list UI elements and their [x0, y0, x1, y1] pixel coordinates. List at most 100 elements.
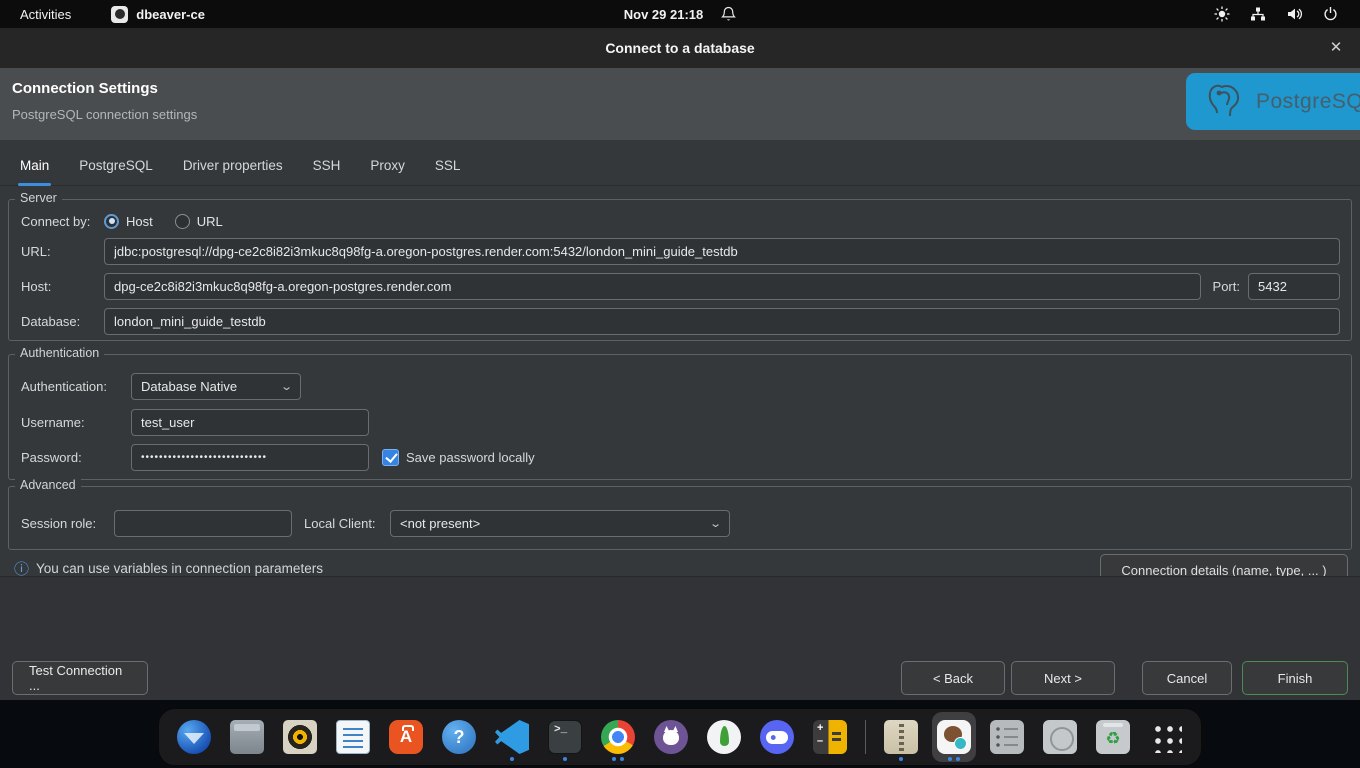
chevron-down-icon: ⌄ — [709, 517, 722, 530]
cancel-button[interactable]: Cancel — [1142, 661, 1232, 695]
github-icon — [654, 720, 688, 754]
dock-disks-icon[interactable] — [1038, 712, 1082, 762]
test-connection-button[interactable]: Test Connection ... — [12, 661, 148, 695]
variables-hint-text: You can use variables in connection para… — [36, 561, 323, 576]
files-icon — [230, 720, 264, 754]
chrome-icon — [601, 720, 635, 754]
notification-bell-icon — [721, 6, 736, 22]
save-password-checkbox[interactable] — [382, 449, 399, 466]
running-indicator — [879, 757, 923, 761]
radio-host[interactable] — [104, 214, 119, 229]
database-label: Database: — [21, 314, 104, 329]
dock-vscode-icon[interactable] — [490, 712, 534, 762]
page-subtitle: PostgreSQL connection settings — [12, 107, 197, 122]
save-password-label[interactable]: Save password locally — [406, 450, 535, 465]
activities-button[interactable]: Activities — [20, 7, 71, 22]
url-input[interactable] — [104, 238, 1340, 265]
dock-help-icon[interactable] — [437, 712, 481, 762]
dock-appgrid-icon[interactable] — [1144, 712, 1188, 762]
system-status-area[interactable] — [1214, 6, 1338, 22]
dock-thunderbird-icon[interactable] — [172, 712, 216, 762]
dbeaver-icon — [937, 720, 971, 754]
running-indicator — [490, 757, 534, 761]
tab-ssh[interactable]: SSH — [313, 146, 341, 186]
authentication-label: Authentication: — [21, 379, 131, 394]
dock-mongodb-icon[interactable] — [702, 712, 746, 762]
dock-files-icon[interactable] — [225, 712, 269, 762]
dock-github-icon[interactable] — [649, 712, 693, 762]
focused-app-name: dbeaver-ce — [136, 7, 205, 22]
tab-main[interactable]: Main — [20, 146, 49, 186]
network-icon — [1250, 6, 1266, 22]
tab-driver-properties[interactable]: Driver properties — [183, 146, 283, 186]
archive-icon — [884, 720, 918, 754]
dock-archive-icon[interactable] — [879, 712, 923, 762]
back-button[interactable]: < Back — [901, 661, 1005, 695]
finish-button[interactable]: Finish — [1242, 661, 1348, 695]
radio-host-label[interactable]: Host — [126, 214, 153, 229]
radio-url-label[interactable]: URL — [197, 214, 223, 229]
trash-icon — [1096, 720, 1130, 754]
help-icon — [442, 720, 476, 754]
tab-postgresql[interactable]: PostgreSQL — [79, 146, 153, 186]
session-role-input[interactable] — [114, 510, 292, 537]
dock-writer-icon[interactable] — [331, 712, 375, 762]
terminal-icon — [548, 720, 582, 754]
dbeaver-app-icon — [111, 6, 128, 23]
next-button[interactable]: Next > — [1011, 661, 1115, 695]
local-client-dropdown[interactable]: <not present> ⌄ — [390, 510, 730, 537]
top-bar: Activities dbeaver-ce Nov 29 21:18 — [0, 0, 1360, 28]
chevron-down-icon: ⌄ — [280, 380, 293, 393]
authentication-dropdown[interactable]: Database Native ⌄ — [131, 373, 301, 400]
dock-trash-icon[interactable] — [1091, 712, 1135, 762]
prefs-icon — [990, 720, 1024, 754]
focused-app-menu[interactable]: dbeaver-ce — [111, 6, 205, 23]
dock-terminal-icon[interactable] — [543, 712, 587, 762]
database-input[interactable] — [104, 308, 1340, 335]
dock-chrome-icon[interactable] — [596, 712, 640, 762]
dock-separator — [865, 720, 866, 754]
authentication-group-label: Authentication — [15, 346, 104, 360]
page-title: Connection Settings — [12, 80, 158, 97]
dock-prefs-icon[interactable] — [985, 712, 1029, 762]
dock-rhythmbox-icon[interactable] — [278, 712, 322, 762]
username-input[interactable] — [131, 409, 369, 436]
host-input[interactable] — [104, 273, 1201, 300]
dialog-header: Connection Settings PostgreSQL connectio… — [0, 68, 1360, 140]
connection-details-button[interactable]: Connection details (name, type, ... ) — [1100, 554, 1348, 576]
brightness-icon — [1214, 6, 1230, 22]
url-label: URL: — [21, 244, 104, 259]
tab-proxy[interactable]: Proxy — [370, 146, 405, 186]
running-indicator — [932, 757, 976, 761]
info-icon: ⓘ — [14, 558, 29, 576]
password-input[interactable] — [131, 444, 369, 471]
variables-hint: ⓘ You can use variables in connection pa… — [14, 558, 323, 576]
tab-ssl[interactable]: SSL — [435, 146, 461, 186]
advanced-group: Advanced Session role: Local Client: <no… — [8, 486, 1352, 550]
rhythmbox-icon — [283, 720, 317, 754]
advanced-group-label: Advanced — [15, 478, 81, 492]
host-label: Host: — [21, 279, 104, 294]
server-group-label: Server — [15, 191, 62, 205]
session-role-label: Session role: — [21, 516, 114, 531]
dock-discord-icon[interactable] — [755, 712, 799, 762]
dialog-titlebar: Connect to a database ✕ — [0, 28, 1360, 68]
password-label: Password: — [21, 450, 131, 465]
calculator-icon — [813, 720, 847, 754]
clock[interactable]: Nov 29 21:18 — [624, 7, 704, 22]
postgresql-elephant-icon — [1202, 80, 1246, 124]
radio-url[interactable] — [175, 214, 190, 229]
username-label: Username: — [21, 415, 131, 430]
appgrid-icon — [1150, 721, 1182, 753]
dock-software-icon[interactable] — [384, 712, 428, 762]
dock-dbeaver-icon[interactable] — [932, 712, 976, 762]
dock — [158, 708, 1202, 766]
close-icon[interactable]: ✕ — [1325, 37, 1347, 59]
volume-icon — [1286, 6, 1303, 22]
dock-calculator-icon[interactable] — [808, 712, 852, 762]
local-client-label: Local Client: — [304, 516, 390, 531]
port-input[interactable] — [1248, 273, 1340, 300]
discord-icon — [760, 720, 794, 754]
connect-by-label: Connect by: — [21, 214, 104, 229]
running-indicator — [543, 757, 587, 761]
